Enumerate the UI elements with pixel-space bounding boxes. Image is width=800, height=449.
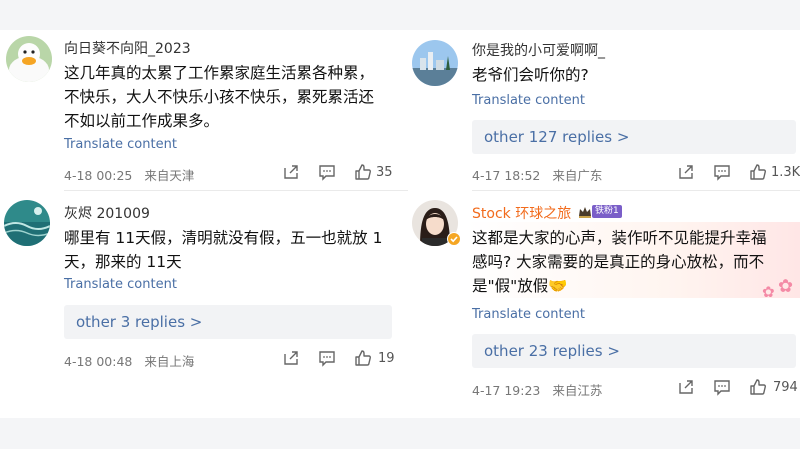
comment-location: 来自上海 xyxy=(144,354,195,369)
comment-meta: 4-17 19:23 来自江苏 xyxy=(472,380,602,399)
comment-text: 老爷们会听你的? xyxy=(472,63,792,87)
share-icon[interactable] xyxy=(282,349,300,367)
like-count: 1.3K xyxy=(771,165,800,180)
comment-line: 是"假"放假🤝 xyxy=(472,277,568,295)
share-icon[interactable] xyxy=(677,378,695,396)
ocean-avatar-image xyxy=(4,200,50,246)
divider xyxy=(64,190,408,191)
more-replies-button[interactable]: other 3 replies > xyxy=(64,305,392,339)
share-icon[interactable] xyxy=(677,163,695,181)
comment-text: 哪里有 11天假，清明就没有假，五一也就放 1 天，那来的 11天 xyxy=(64,226,404,274)
comment-line: 不如以前工作成果多。 xyxy=(64,112,220,130)
comment-icon[interactable] xyxy=(318,349,336,367)
comment-line: 天，那来的 11天 xyxy=(64,253,182,271)
username[interactable]: 向日葵不向阳_2023 xyxy=(64,38,191,58)
username[interactable]: 灰烬 201009 xyxy=(64,203,150,223)
comment-date: 4-17 18:52 xyxy=(472,168,541,183)
verified-badge xyxy=(447,231,461,246)
comment-line: 这几年真的太累了工作累家庭生活累各种累， xyxy=(64,64,375,82)
duck-avatar-image xyxy=(6,36,52,82)
comment-line: 老爷们会听你的? xyxy=(472,66,589,84)
crown-icon xyxy=(578,204,592,218)
comment-meta: 4-17 18:52 来自广东 xyxy=(472,165,602,184)
username[interactable]: Stock 环球之旅 xyxy=(472,203,571,223)
comment-location: 来自天津 xyxy=(144,168,195,183)
comment-line: 感吗? 大家需要的是真正的身心放松，而不 xyxy=(472,253,765,271)
comment-date: 4-17 19:23 xyxy=(472,383,541,398)
comment-meta: 4-18 00:25 来自天津 xyxy=(64,165,194,184)
like-count: 19 xyxy=(378,351,395,366)
comment-text: 这都是大家的心声，装作听不见能提升幸福 感吗? 大家需要的是真正的身心放松，而不… xyxy=(472,226,792,298)
comment-location: 来自广东 xyxy=(552,168,603,183)
fan-badge: 铁粉1 xyxy=(592,205,622,218)
avatar-city[interactable] xyxy=(412,40,458,86)
translate-link[interactable]: Translate content xyxy=(64,137,177,152)
top-bar xyxy=(0,0,800,30)
comment-line: 不快乐，大人不快乐小孩不快乐，累死累活还 xyxy=(64,88,375,106)
username[interactable]: 你是我的小可爱啊啊_ xyxy=(472,40,605,60)
like-count: 794 xyxy=(773,380,798,395)
comment-location: 来自江苏 xyxy=(552,383,603,398)
like-icon[interactable] xyxy=(354,163,372,181)
comment-line: 这都是大家的心声，装作听不见能提升幸福 xyxy=(472,229,767,247)
city-avatar-image xyxy=(412,40,458,86)
translate-link[interactable]: Translate content xyxy=(472,307,585,322)
comment-icon[interactable] xyxy=(713,378,731,396)
share-icon[interactable] xyxy=(282,163,300,181)
like-icon[interactable] xyxy=(354,349,372,367)
translate-link[interactable]: Translate content xyxy=(472,93,585,108)
comment-date: 4-18 00:25 xyxy=(64,168,133,183)
translate-link[interactable]: Translate content xyxy=(64,277,177,292)
comment-line: 哪里有 11天假，清明就没有假，五一也就放 1 xyxy=(64,229,383,247)
more-replies-button[interactable]: other 23 replies > xyxy=(472,334,796,368)
comment-date: 4-18 00:48 xyxy=(64,354,133,369)
bottom-bar xyxy=(0,418,800,449)
divider xyxy=(472,190,800,191)
comment-meta: 4-18 00:48 来自上海 xyxy=(64,351,194,370)
comment-icon[interactable] xyxy=(713,163,731,181)
like-count: 35 xyxy=(376,165,393,180)
like-icon[interactable] xyxy=(749,163,767,181)
more-replies-button[interactable]: other 127 replies > xyxy=(472,120,796,154)
avatar-duck[interactable] xyxy=(6,36,52,82)
comment-text: 这几年真的太累了工作累家庭生活累各种累， 不快乐，大人不快乐小孩不快乐，累死累活… xyxy=(64,61,404,133)
comment-icon[interactable] xyxy=(318,163,336,181)
like-icon[interactable] xyxy=(749,378,767,396)
avatar-ocean[interactable] xyxy=(4,200,50,246)
